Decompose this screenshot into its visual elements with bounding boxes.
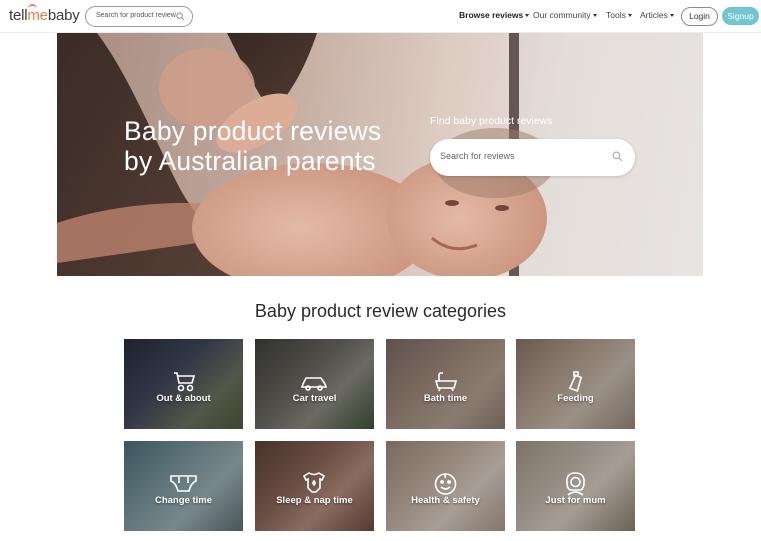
- nav-browse-reviews[interactable]: Browse reviews: [459, 10, 530, 20]
- search-icon[interactable]: [612, 151, 623, 162]
- signup-button[interactable]: Signup: [722, 7, 759, 25]
- category-tile-just-for-mum[interactable]: Just for mum: [516, 441, 635, 531]
- category-label: Feeding: [557, 393, 594, 404]
- site-logo[interactable]: tellmebaby: [9, 7, 80, 24]
- nav-tools-label: Tools: [606, 10, 626, 20]
- nav-our-community[interactable]: Our community: [533, 10, 597, 20]
- nav-articles[interactable]: Articles: [640, 10, 674, 20]
- category-label: Just for mum: [545, 495, 606, 506]
- hero-title-line1: Baby product reviews: [124, 116, 382, 146]
- category-tile-out-and-about[interactable]: Out & about: [124, 339, 243, 429]
- baby-bottle-icon: [568, 371, 583, 392]
- logo-text-baby: baby: [47, 7, 80, 24]
- hero-search-input[interactable]: [440, 151, 600, 161]
- nav-articles-label: Articles: [640, 10, 668, 20]
- nappy-icon: [170, 475, 197, 492]
- car-icon: [300, 377, 328, 391]
- category-tile-bath-time[interactable]: Bath time: [386, 339, 505, 429]
- chevron-down-icon: [669, 14, 674, 18]
- hero-title: Baby product reviews by Australian paren…: [124, 116, 381, 176]
- category-tile-change-time[interactable]: Change time: [124, 441, 243, 531]
- hero-banner: Baby product reviews by Australian paren…: [57, 33, 703, 276]
- baby-face-icon: [434, 473, 457, 495]
- category-tile-sleep-and-nap-time[interactable]: Sleep & nap time: [255, 441, 374, 531]
- login-button[interactable]: Login: [681, 7, 718, 26]
- categories-heading: Baby product review categories: [254, 301, 507, 321]
- chevron-down-icon: [627, 14, 632, 18]
- category-label: Change time: [154, 495, 212, 506]
- category-label: Car travel: [292, 393, 337, 404]
- search-icon[interactable]: [176, 12, 185, 21]
- site-header: tellmebaby Browse reviews Our community …: [0, 0, 761, 33]
- nav-tools[interactable]: Tools: [606, 10, 632, 20]
- hero-search-box[interactable]: [430, 139, 635, 176]
- hero-find-label: Find baby product reviews: [430, 115, 553, 127]
- category-tile-car-travel[interactable]: Car travel: [255, 339, 374, 429]
- nav-our-community-label: Our community: [533, 10, 591, 20]
- bathtub-icon: [434, 372, 458, 392]
- hero-title-line2: by Australian parents: [124, 146, 376, 176]
- logo-text-tell: tell: [9, 7, 28, 24]
- category-label: Out & about: [156, 393, 211, 404]
- chevron-down-icon: [592, 14, 597, 18]
- onesie-icon: [302, 472, 326, 493]
- category-label: Bath time: [423, 393, 468, 404]
- category-tile-health-and-safety[interactable]: Health & safety: [386, 441, 505, 531]
- nav-browse-reviews-label: Browse reviews: [459, 10, 524, 20]
- chevron-down-icon: [525, 14, 530, 18]
- category-label: Sleep & nap time: [276, 495, 353, 506]
- category-label: Health & safety: [411, 495, 480, 506]
- category-tile-feeding[interactable]: Feeding: [516, 339, 635, 429]
- mum-icon: [566, 472, 585, 496]
- header-search-input[interactable]: [96, 12, 176, 19]
- stroller-icon: [174, 372, 196, 392]
- logo-text-me: me: [27, 7, 48, 24]
- header-search-box[interactable]: [85, 6, 193, 27]
